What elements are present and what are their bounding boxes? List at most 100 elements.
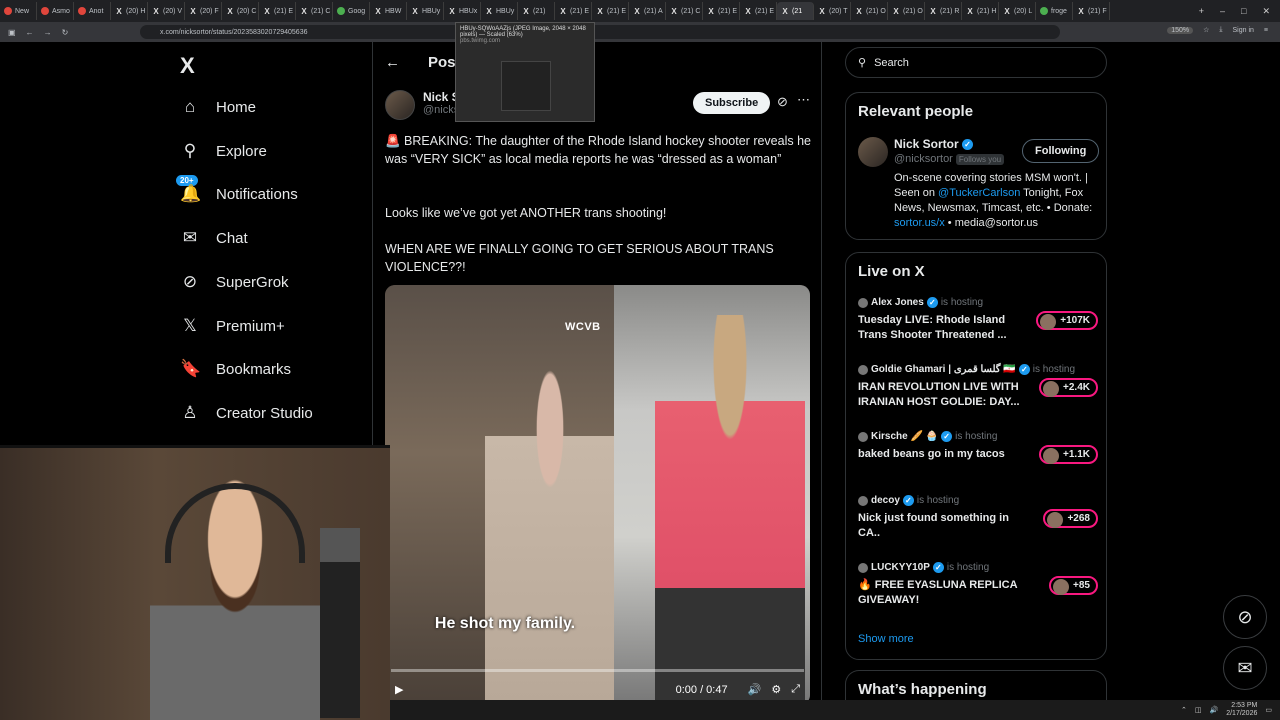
new-tab-icon[interactable]: + <box>1199 6 1204 17</box>
nav-item-chat[interactable]: ✉ Chat <box>180 228 248 248</box>
tab-label: (21) H <box>977 7 997 15</box>
browser-tab[interactable]: X (20) C <box>222 2 259 20</box>
post-text-3: WHEN ARE WE FINALLY GOING TO GET SERIOUS… <box>385 242 774 274</box>
live-listener-count[interactable]: +2.4K <box>1039 378 1098 397</box>
fullscreen-icon[interactable]: ⤢ <box>791 683 800 696</box>
subscribe-button[interactable]: Subscribe <box>693 92 771 114</box>
person-handle[interactable]: @nicksortor Follows you <box>894 153 1005 165</box>
x-logo[interactable]: X <box>180 53 195 79</box>
browser-tab[interactable]: X HBW <box>370 2 407 20</box>
messages-fab-icon[interactable]: ✉ <box>1223 646 1267 690</box>
nav-item-premium[interactable]: 𝕏 Premium+ <box>180 316 285 336</box>
settings-icon[interactable]: ⚙ <box>771 683 781 696</box>
live-item[interactable]: Kirsche 🥖 🧁 ✓ is hosting baked beans go in … <box>858 431 1098 464</box>
following-button[interactable]: Following <box>1022 139 1100 163</box>
browser-tab[interactable]: X (20) H <box>111 2 148 20</box>
tray-chevron-icon[interactable]: ⌃ <box>1181 706 1187 714</box>
person-avatar[interactable] <box>858 137 888 167</box>
live-listener-count[interactable]: +107K <box>1036 311 1098 330</box>
browser-tab[interactable]: Asmo <box>37 2 74 20</box>
author-avatar[interactable] <box>385 90 415 120</box>
nav-item-home[interactable]: ⌂ Home <box>180 97 256 117</box>
browser-tab[interactable]: X HBUy <box>407 2 444 20</box>
minimize-icon[interactable]: – <box>1220 6 1225 17</box>
live-listener-count[interactable]: +85 <box>1049 576 1098 595</box>
back-icon[interactable]: ← <box>26 28 34 37</box>
download-icon[interactable]: ⤓ <box>1219 26 1222 34</box>
browser-tab[interactable]: X (21) R <box>925 2 962 20</box>
zoom-level[interactable]: 150% <box>1167 26 1194 34</box>
post-author[interactable]: Nick S @nicks <box>385 90 460 120</box>
browser-tab[interactable]: X (21 <box>777 2 814 20</box>
browser-tab[interactable]: X (21) E <box>592 2 629 20</box>
browser-tab[interactable]: X (20) L <box>999 2 1036 20</box>
close-window-icon[interactable]: ✕ <box>1262 6 1270 17</box>
sidebar-toggle-icon[interactable]: ▣ <box>8 28 16 37</box>
browser-tab[interactable]: X (21) O <box>851 2 888 20</box>
browser-tab[interactable]: X (20) T <box>814 2 851 20</box>
browser-tab[interactable]: X (21) H <box>962 2 999 20</box>
browser-tab[interactable]: X (21) E <box>555 2 592 20</box>
relevant-people-title: Relevant people <box>858 103 974 120</box>
browser-tab[interactable]: X HBUy <box>481 2 518 20</box>
grok-fab-icon[interactable]: ⊘ <box>1223 595 1267 639</box>
host-avatar <box>858 297 868 308</box>
nav-item-creator-studio[interactable]: ♙ Creator Studio <box>180 403 312 423</box>
search-input[interactable]: ⚲ Search <box>845 47 1107 78</box>
show-more-link[interactable]: Show more <box>858 633 914 645</box>
live-item[interactable]: LUCKYY10P ✓ is hosting 🔥 FREE EYASLUNA REPL… <box>858 562 1098 608</box>
browser-tab[interactable]: New <box>0 2 37 20</box>
bio-link-tucker[interactable]: @TuckerCarlson <box>938 187 1020 199</box>
bookmark-star-icon[interactable]: ☆ <box>1203 26 1209 34</box>
speaker-icon[interactable]: 🔊 <box>1210 706 1219 714</box>
live-item[interactable]: Alex Jones ✓ is hosting Tuesday LIVE: Rhode… <box>858 297 1098 343</box>
more-options-icon[interactable]: ⋯ <box>797 92 810 108</box>
live-listener-count[interactable]: +268 <box>1043 509 1098 528</box>
browser-tab[interactable]: X (21) C <box>666 2 703 20</box>
back-arrow-icon[interactable]: ← <box>385 54 400 71</box>
clock[interactable]: 2:53 PM 2/17/2026 <box>1226 702 1257 718</box>
browser-tab[interactable]: X (20) F <box>185 2 222 20</box>
grok-icon[interactable]: ⊘ <box>777 94 788 110</box>
video-progress-bar[interactable] <box>391 669 804 672</box>
browser-tab[interactable]: X HBUx <box>444 2 481 20</box>
bio-link-donate[interactable]: sortor.us/x <box>894 217 945 229</box>
notification-icon[interactable]: ▭ <box>1265 706 1272 714</box>
tab-label: (21) O <box>866 7 886 15</box>
browser-tab[interactable]: Anot <box>74 2 111 20</box>
person-handle-text: @nicksortor <box>894 153 953 165</box>
browser-tab[interactable]: X (21) O <box>888 2 925 20</box>
browser-tab[interactable]: Goog <box>333 2 370 20</box>
person-name[interactable]: Nick Sortor ✓ <box>894 137 974 151</box>
tab-label: Goog <box>348 7 366 15</box>
browser-tab[interactable]: X (21) E <box>740 2 777 20</box>
browser-tab[interactable]: X (21) C <box>296 2 333 20</box>
reload-icon[interactable]: ↻ <box>62 28 69 37</box>
play-icon[interactable]: ▶ <box>395 683 403 696</box>
browser-tab[interactable]: X (21) F <box>1073 2 1110 20</box>
post-video[interactable]: WCVB He shot my family. ▶ 0:00 / 0:47 🔊 … <box>385 285 810 705</box>
live-item[interactable]: Goldie Ghamari | گلسا قمری 🇮🇷 ✓ is hosting… <box>858 364 1098 410</box>
volume-icon[interactable]: 🔊 <box>748 683 762 696</box>
browser-tab[interactable]: X (21) <box>518 2 555 20</box>
nav-item-supergrok[interactable]: ⊘ SuperGrok <box>180 272 289 292</box>
forward-icon[interactable]: → <box>44 28 52 37</box>
live-listener-count[interactable]: +1.1K <box>1039 445 1098 464</box>
browser-tab[interactable]: X (21) A <box>629 2 666 20</box>
video-person-left <box>485 360 615 705</box>
post-header: ← Post <box>385 54 461 71</box>
browser-tab[interactable]: X (21) E <box>259 2 296 20</box>
url-field[interactable]: x.com/nicksortor/status/2023583020729405… <box>140 25 1060 39</box>
nav-item-notifications[interactable]: 20+ 🔔 Notifications <box>176 175 298 204</box>
live-item[interactable]: decoy ✓ is hosting Nick just found somethin… <box>858 495 1098 541</box>
network-icon[interactable]: ◫ <box>1195 706 1202 714</box>
browser-tab[interactable]: X (21) E <box>703 2 740 20</box>
menu-icon[interactable]: ≡ <box>1264 27 1268 34</box>
nav-item-explore[interactable]: ⚲ Explore <box>180 141 267 161</box>
nav-item-bookmarks[interactable]: 🔖 Bookmarks <box>180 359 291 379</box>
browser-tab[interactable]: froge <box>1036 2 1073 20</box>
browser-tab[interactable]: X (20) V <box>148 2 185 20</box>
sign-in-button[interactable]: Sign in <box>1233 27 1254 34</box>
maximize-icon[interactable]: □ <box>1241 6 1246 17</box>
x-favicon-icon: X <box>597 6 603 16</box>
